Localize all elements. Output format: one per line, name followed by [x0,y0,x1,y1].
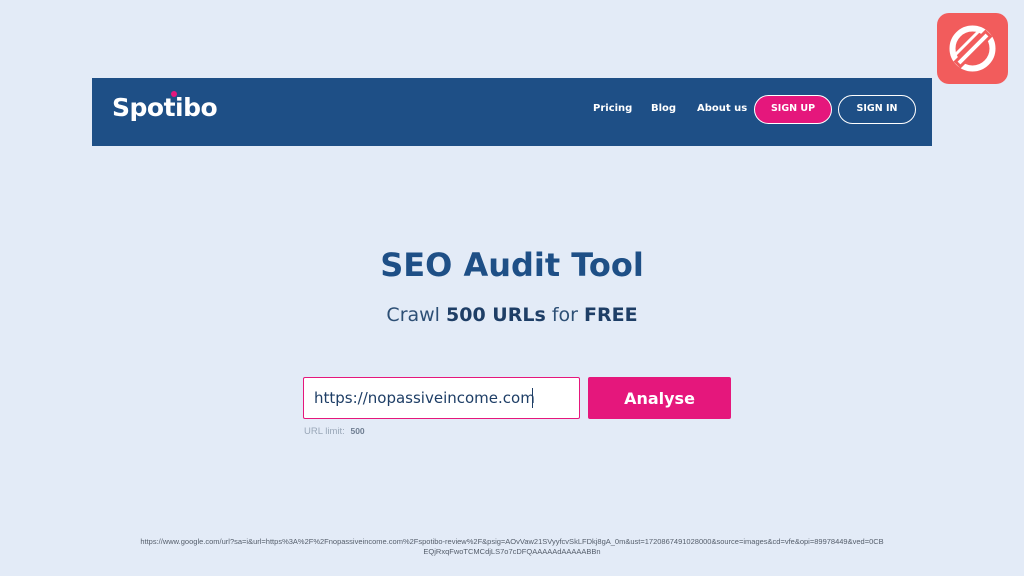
nav-about-us[interactable]: About us [697,103,747,114]
brand-logo-dot [171,91,177,97]
brand-logo[interactable]: Spotibo [112,93,218,122]
subtitle-prefix: Crawl [386,304,440,326]
source-url-caption: https://www.google.com/url?sa=i&url=http… [140,537,884,556]
subtitle-url-count: 500 URLs [446,304,546,326]
url-limit-label: URL limit: [304,426,345,437]
sign-up-button[interactable]: SIGN UP [754,95,832,124]
page-subtitle: Crawl 500 URLs for FREE [0,304,1024,326]
subtitle-mid: for [551,304,578,326]
url-input[interactable] [303,377,580,419]
page-title: SEO Audit Tool [380,246,644,284]
subtitle-free: FREE [583,304,638,326]
nav-blog[interactable]: Blog [651,103,676,114]
site-header: Spotibo Pricing Blog About us SIGN UP SI… [92,78,932,146]
text-cursor [532,388,533,408]
sign-in-button[interactable]: SIGN IN [838,95,916,124]
url-limit: URL limit: 500 [304,426,365,437]
analyse-button[interactable]: Analyse [588,377,731,419]
url-limit-value: 500 [350,426,365,436]
brand-e-logo-icon [937,13,1008,84]
nav-pricing[interactable]: Pricing [593,103,632,114]
